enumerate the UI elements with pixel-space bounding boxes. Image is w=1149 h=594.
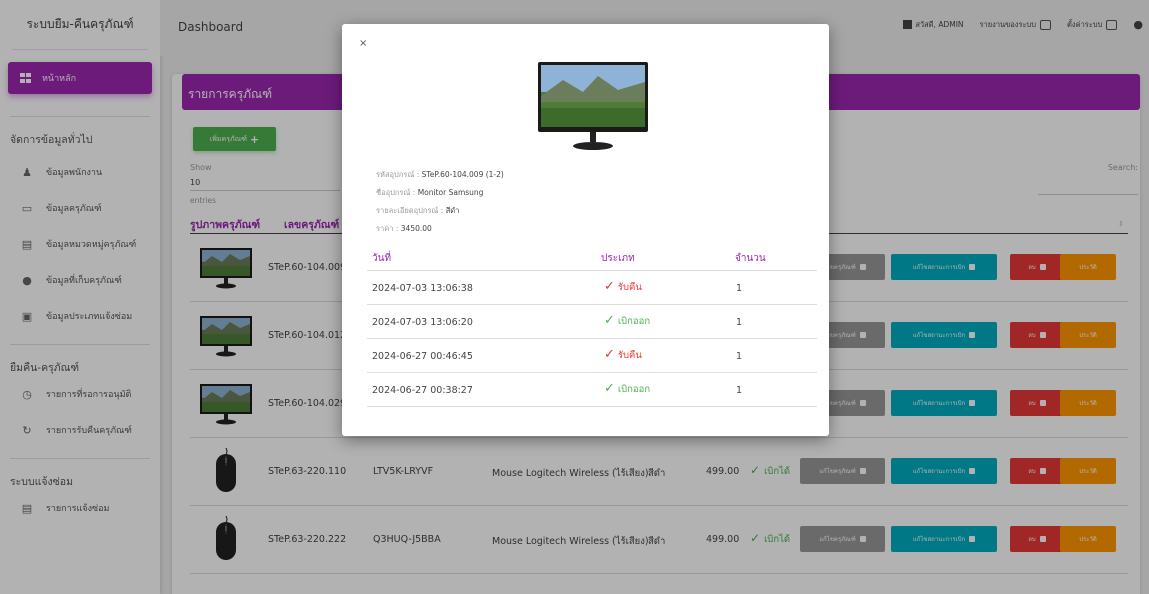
info-price: ราคา : 3450.00: [376, 224, 432, 233]
history-date: 2024-06-27 00:46:45: [372, 351, 473, 362]
monitor-image: [538, 62, 648, 150]
history-qty: 1: [736, 351, 743, 362]
close-icon[interactable]: ×: [359, 38, 367, 49]
history-type-label: เบิกออก: [617, 384, 651, 395]
info-detail: รายละเอียดอุปกรณ์ : สีดำ: [376, 206, 460, 215]
history-type-label: รับคืน: [617, 282, 642, 293]
history-type: ✓ รับคืน: [604, 347, 642, 363]
modal-column-qty: จำนวน: [735, 253, 766, 264]
history-qty: 1: [736, 385, 743, 396]
history-type: ✓ เบิกออก: [604, 381, 650, 397]
history-qty: 1: [736, 317, 743, 328]
check-icon: ✓: [604, 381, 615, 396]
modal-column-date: วันที่: [372, 253, 392, 264]
history-type: ✓ เบิกออก: [604, 313, 650, 329]
info-name: ชื่ออุปกรณ์ : Monitor Samsung: [376, 188, 484, 197]
history-row: 2024-06-27 00:38:27 ✓ เบิกออก 1: [367, 373, 817, 407]
history-row: 2024-06-27 00:46:45 ✓ รับคืน 1: [367, 339, 817, 373]
history-row: 2024-07-03 13:06:38 ✓ รับคืน 1: [367, 271, 817, 305]
history-date: 2024-07-03 13:06:38: [372, 283, 473, 294]
modal-column-type: ประเภท: [601, 253, 635, 264]
history-modal: × รหัสอุปกรณ์ : STeP.60-104.009 (1-2) ชื…: [342, 24, 829, 436]
history-type-label: เบิกออก: [617, 316, 651, 327]
check-icon: ✓: [604, 347, 615, 362]
history-type-label: รับคืน: [617, 350, 642, 361]
history-type: ✓ รับคืน: [604, 279, 642, 295]
history-row: 2024-07-03 13:06:20 ✓ เบิกออก 1: [367, 305, 817, 339]
info-code: รหัสอุปกรณ์ : STeP.60-104.009 (1-2): [376, 170, 504, 179]
history-date: 2024-07-03 13:06:20: [372, 317, 473, 328]
history-qty: 1: [736, 283, 743, 294]
check-icon: ✓: [604, 313, 615, 328]
history-date: 2024-06-27 00:38:27: [372, 385, 473, 396]
check-icon: ✓: [604, 279, 615, 294]
